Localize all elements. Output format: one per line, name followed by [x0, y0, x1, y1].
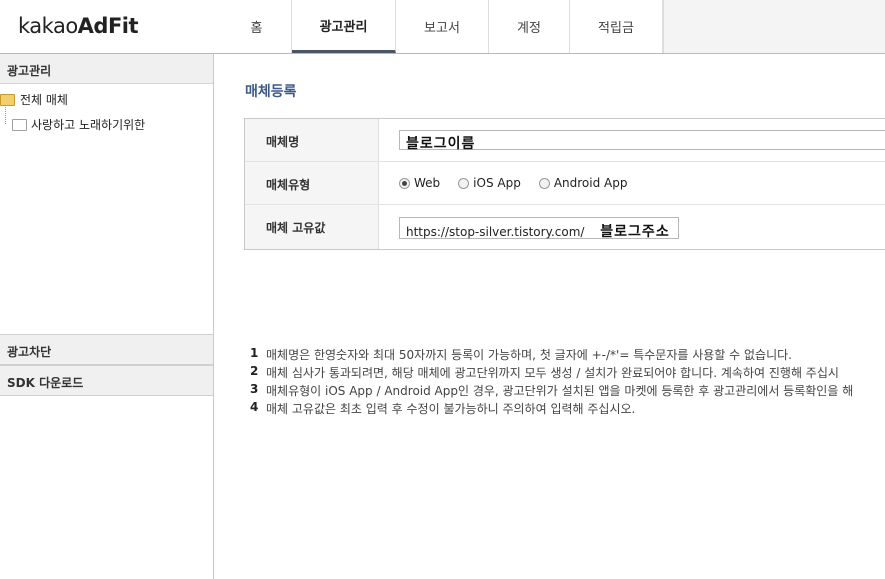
- radio-icon: [458, 177, 470, 189]
- main-content: 매체등록 매체명 블로그이름 매체유형 Web iOS App Android …: [214, 54, 885, 579]
- tab-label: 보고서: [424, 21, 460, 36]
- tab-label: 적립금: [598, 21, 634, 36]
- media-name-input[interactable]: 블로그이름: [399, 130, 885, 152]
- tab-account[interactable]: 계정: [489, 0, 570, 53]
- tab-home[interactable]: 홈: [222, 0, 292, 53]
- note-item: 4 매체 고유값은 최초 입력 후 수정이 불가능하니 주의하여 입력해 주십시…: [250, 400, 853, 418]
- media-name-value: 블로그이름: [406, 136, 476, 152]
- tab-reports[interactable]: 보고서: [396, 0, 489, 53]
- radio-android-app[interactable]: Android App: [538, 176, 628, 190]
- tree-item-media[interactable]: 사랑하고 노래하기위한: [12, 116, 145, 133]
- media-tree: 전체 매체 사랑하고 노래하기위한: [0, 84, 213, 334]
- radio-ios-app[interactable]: iOS App: [458, 176, 521, 190]
- form-row-type: 매체유형 Web iOS App Android App: [245, 162, 885, 205]
- note-number: 3: [250, 382, 259, 396]
- note-text: 매체명은 한영숫자와 최대 50자까지 등록이 가능하며, 첫 글자에 +-/*…: [266, 348, 792, 362]
- note-item: 3 매체유형이 iOS App / Android App인 경우, 광고단위가…: [250, 382, 853, 400]
- sidebar-header[interactable]: 광고관리: [0, 54, 213, 84]
- sidebar-item-sdk-download[interactable]: SDK 다운로드: [0, 365, 213, 396]
- tree-item-label: 사랑하고 노래하기위한: [31, 118, 146, 132]
- tree-item-label: 전체 매체: [20, 93, 68, 107]
- tab-label: 광고관리: [319, 19, 368, 35]
- tab-ad-management[interactable]: 광고관리: [292, 0, 396, 53]
- top-bar: kakaoAdFit 홈 광고관리 보고서 계정 적립금: [0, 0, 885, 54]
- tab-reserves[interactable]: 적립금: [570, 0, 663, 53]
- notes-list: 1 매체명은 한영숫자와 최대 50자까지 등록이 가능하며, 첫 글자에 +-…: [250, 346, 853, 418]
- note-item: 2 매체 심사가 통과되려면, 해당 매체에 광고단위까지 모두 생성 / 설치…: [250, 364, 853, 382]
- note-text: 매체유형이 iOS App / Android App인 경우, 광고단위가 설…: [266, 384, 854, 398]
- page-title: 매체등록: [245, 84, 297, 100]
- radio-icon: [538, 177, 550, 189]
- name-label: 매체명: [245, 119, 379, 161]
- unique-value-label: 매체 고유값: [245, 205, 379, 249]
- note-number: 1: [250, 346, 259, 360]
- tab-label: 홈: [250, 21, 263, 36]
- nav-empty-area: [663, 0, 885, 53]
- note-item: 1 매체명은 한영숫자와 최대 50자까지 등록이 가능하며, 첫 글자에 +-…: [250, 346, 853, 364]
- radio-web[interactable]: Web: [399, 176, 440, 190]
- sidebar-item-ad-block[interactable]: 광고차단: [0, 334, 213, 365]
- tab-label: 계정: [517, 21, 541, 36]
- folder-icon: [12, 118, 27, 131]
- media-type-radio-group: Web iOS App Android App: [399, 176, 645, 190]
- sidebar: 광고관리 전체 매체 사랑하고 노래하기위한 광고차단 SDK 다운로드: [0, 54, 214, 579]
- unique-value-text: https://stop-silver.tistory.com/: [406, 225, 585, 239]
- radio-label: Android App: [553, 176, 628, 190]
- note-number: 4: [250, 400, 259, 414]
- tree-item-all-media[interactable]: 전체 매체: [0, 91, 68, 108]
- logo-light-text: kakao: [18, 14, 78, 38]
- type-label: 매체유형: [245, 162, 379, 204]
- radio-label: iOS App: [473, 176, 521, 190]
- main-nav: 홈 광고관리 보고서 계정 적립금: [222, 0, 663, 53]
- note-text: 매체 고유값은 최초 입력 후 수정이 불가능하니 주의하여 입력해 주십시오.: [266, 402, 636, 416]
- note-text: 매체 심사가 통과되려면, 해당 매체에 광고단위까지 모두 생성 / 설치가 …: [266, 366, 839, 380]
- kakao-adfit-logo[interactable]: kakaoAdFit: [18, 14, 139, 38]
- form-row-unique-value: 매체 고유값 https://stop-silver.tistory.com/ …: [245, 205, 885, 249]
- note-number: 2: [250, 364, 259, 378]
- radio-checked-icon: [399, 177, 410, 189]
- unique-value-input[interactable]: https://stop-silver.tistory.com/ 블로그주소: [399, 217, 679, 240]
- folder-open-icon: [0, 93, 15, 106]
- logo-bold-text: AdFit: [77, 14, 139, 38]
- form-row-name: 매체명 블로그이름: [245, 119, 885, 162]
- unique-value-annotation: 블로그주소: [600, 224, 670, 240]
- radio-label: Web: [414, 176, 441, 190]
- media-register-form: 매체명 블로그이름 매체유형 Web iOS App Android App 매…: [244, 118, 885, 250]
